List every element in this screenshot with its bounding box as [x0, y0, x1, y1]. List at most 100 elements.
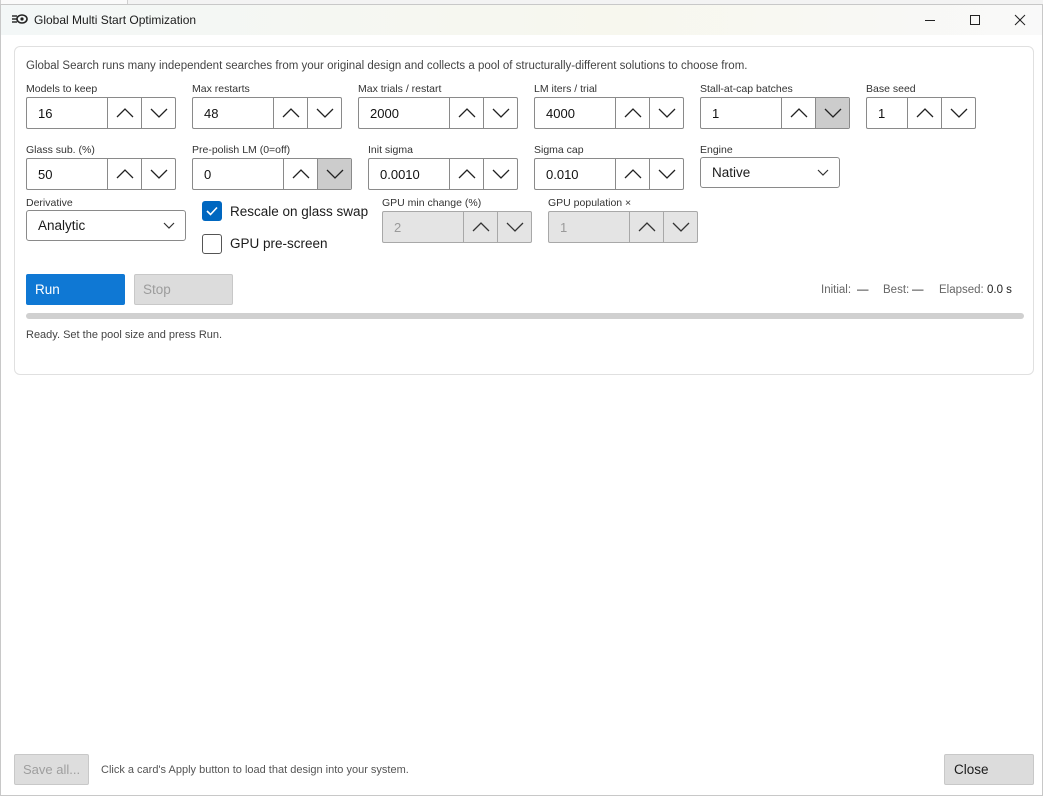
base-seed-value[interactable]: 1: [867, 98, 907, 128]
chevron-up-icon: [624, 169, 641, 179]
derivative-selected-value: Analytic: [38, 218, 86, 233]
max-trials-stepper[interactable]: 2000: [358, 97, 518, 129]
gpu-population-value[interactable]: 1: [549, 212, 629, 242]
decrement-button[interactable]: [141, 159, 175, 189]
close-icon: [1014, 14, 1026, 26]
chevron-down-icon: [163, 222, 175, 229]
sigma-cap-value[interactable]: 0.010: [535, 159, 615, 189]
stall-batches-value[interactable]: 1: [701, 98, 781, 128]
decrement-button[interactable]: [141, 98, 175, 128]
chevron-down-icon: [492, 108, 509, 118]
gpu-population-label: GPU population ×: [548, 197, 632, 209]
footer-hint: Click a card's Apply button to load that…: [101, 764, 409, 776]
save-all-button[interactable]: Save all...: [14, 754, 89, 785]
engine-dropdown[interactable]: Native: [700, 157, 840, 188]
stall-batches-label: Stall-at-cap batches: [700, 83, 793, 95]
chevron-up-icon: [116, 108, 133, 118]
chevron-down-icon: [326, 169, 343, 179]
increment-button[interactable]: [449, 98, 483, 128]
decrement-button[interactable]: [649, 98, 683, 128]
decrement-button[interactable]: [663, 212, 697, 242]
pre-polish-label: Pre-polish LM (0=off): [192, 144, 291, 156]
initial-label: Initial:: [821, 284, 852, 296]
run-button[interactable]: Run: [26, 274, 125, 305]
max-restarts-stepper[interactable]: 48: [192, 97, 342, 129]
increment-button[interactable]: [629, 212, 663, 242]
progress-bar: [26, 313, 1024, 319]
chevron-down-icon: [672, 222, 689, 232]
gpu-prescreen-label[interactable]: GPU pre-screen: [230, 236, 328, 251]
gpu-min-change-label: GPU min change (%): [382, 197, 482, 209]
rescale-checkbox[interactable]: [202, 201, 222, 221]
gpu-population-stepper[interactable]: 1: [548, 211, 698, 243]
increment-button[interactable]: [463, 212, 497, 242]
models-to-keep-stepper[interactable]: 16: [26, 97, 176, 129]
increment-button[interactable]: [615, 98, 649, 128]
glass-sub-stepper[interactable]: 50: [26, 158, 176, 190]
minimize-button[interactable]: [907, 5, 953, 35]
best-value: —: [912, 284, 924, 296]
app-icon: [12, 14, 28, 24]
max-trials-value[interactable]: 2000: [359, 98, 449, 128]
max-restarts-value[interactable]: 48: [193, 98, 273, 128]
increment-button[interactable]: [907, 98, 941, 128]
gpu-min-change-stepper[interactable]: 2: [382, 211, 532, 243]
elapsed-label: Elapsed:: [939, 284, 984, 296]
models-to-keep-value[interactable]: 16: [27, 98, 107, 128]
increment-button[interactable]: [283, 159, 317, 189]
increment-button[interactable]: [107, 159, 141, 189]
chevron-up-icon: [472, 222, 489, 232]
chevron-down-icon: [824, 108, 841, 118]
increment-button[interactable]: [273, 98, 307, 128]
pre-polish-stepper[interactable]: 0: [192, 158, 352, 190]
chevron-up-icon: [282, 108, 299, 118]
decrement-button[interactable]: [815, 98, 849, 128]
init-sigma-label: Init sigma: [368, 144, 413, 156]
close-window-button[interactable]: [997, 5, 1043, 35]
maximize-button[interactable]: [952, 5, 998, 35]
base-seed-label: Base seed: [866, 83, 916, 95]
close-button[interactable]: Close: [944, 754, 1034, 785]
decrement-button[interactable]: [649, 159, 683, 189]
chevron-up-icon: [292, 169, 309, 179]
decrement-button[interactable]: [941, 98, 975, 128]
rescale-label[interactable]: Rescale on glass swap: [230, 204, 368, 219]
engine-selected-value: Native: [712, 165, 751, 180]
chevron-down-icon: [658, 169, 675, 179]
max-trials-label: Max trials / restart: [358, 83, 442, 95]
base-seed-stepper[interactable]: 1: [866, 97, 976, 129]
increment-button[interactable]: [615, 159, 649, 189]
init-sigma-stepper[interactable]: 0.0010: [368, 158, 518, 190]
decrement-button[interactable]: [483, 159, 517, 189]
lm-iters-label: LM iters / trial: [534, 83, 598, 95]
derivative-dropdown[interactable]: Analytic: [26, 210, 186, 241]
increment-button[interactable]: [781, 98, 815, 128]
sigma-cap-label: Sigma cap: [534, 144, 584, 156]
description-text: Global Search runs many independent sear…: [26, 60, 748, 72]
increment-button[interactable]: [449, 159, 483, 189]
engine-label: Engine: [700, 144, 733, 156]
derivative-label: Derivative: [26, 197, 73, 209]
sigma-cap-stepper[interactable]: 0.010: [534, 158, 684, 190]
lm-iters-stepper[interactable]: 4000: [534, 97, 684, 129]
decrement-button[interactable]: [317, 159, 351, 189]
decrement-button[interactable]: [307, 98, 341, 128]
glass-sub-value[interactable]: 50: [27, 159, 107, 189]
stop-button[interactable]: Stop: [134, 274, 233, 305]
dialog-window: Global Multi Start Optimization Global S…: [0, 4, 1043, 796]
stall-batches-stepper[interactable]: 1: [700, 97, 850, 129]
status-text: Ready. Set the pool size and press Run.: [26, 329, 223, 341]
elapsed-value: 0.0 s: [987, 284, 1012, 296]
pre-polish-value[interactable]: 0: [193, 159, 283, 189]
maximize-icon: [970, 15, 980, 25]
decrement-button[interactable]: [483, 98, 517, 128]
initial-value: —: [857, 284, 869, 296]
lm-iters-value[interactable]: 4000: [535, 98, 615, 128]
init-sigma-value[interactable]: 0.0010: [369, 159, 449, 189]
gpu-prescreen-checkbox[interactable]: [202, 234, 222, 254]
increment-button[interactable]: [107, 98, 141, 128]
models-to-keep-label: Models to keep: [26, 83, 98, 95]
gpu-min-change-value[interactable]: 2: [383, 212, 463, 242]
minimize-icon: [925, 20, 935, 21]
decrement-button[interactable]: [497, 212, 531, 242]
